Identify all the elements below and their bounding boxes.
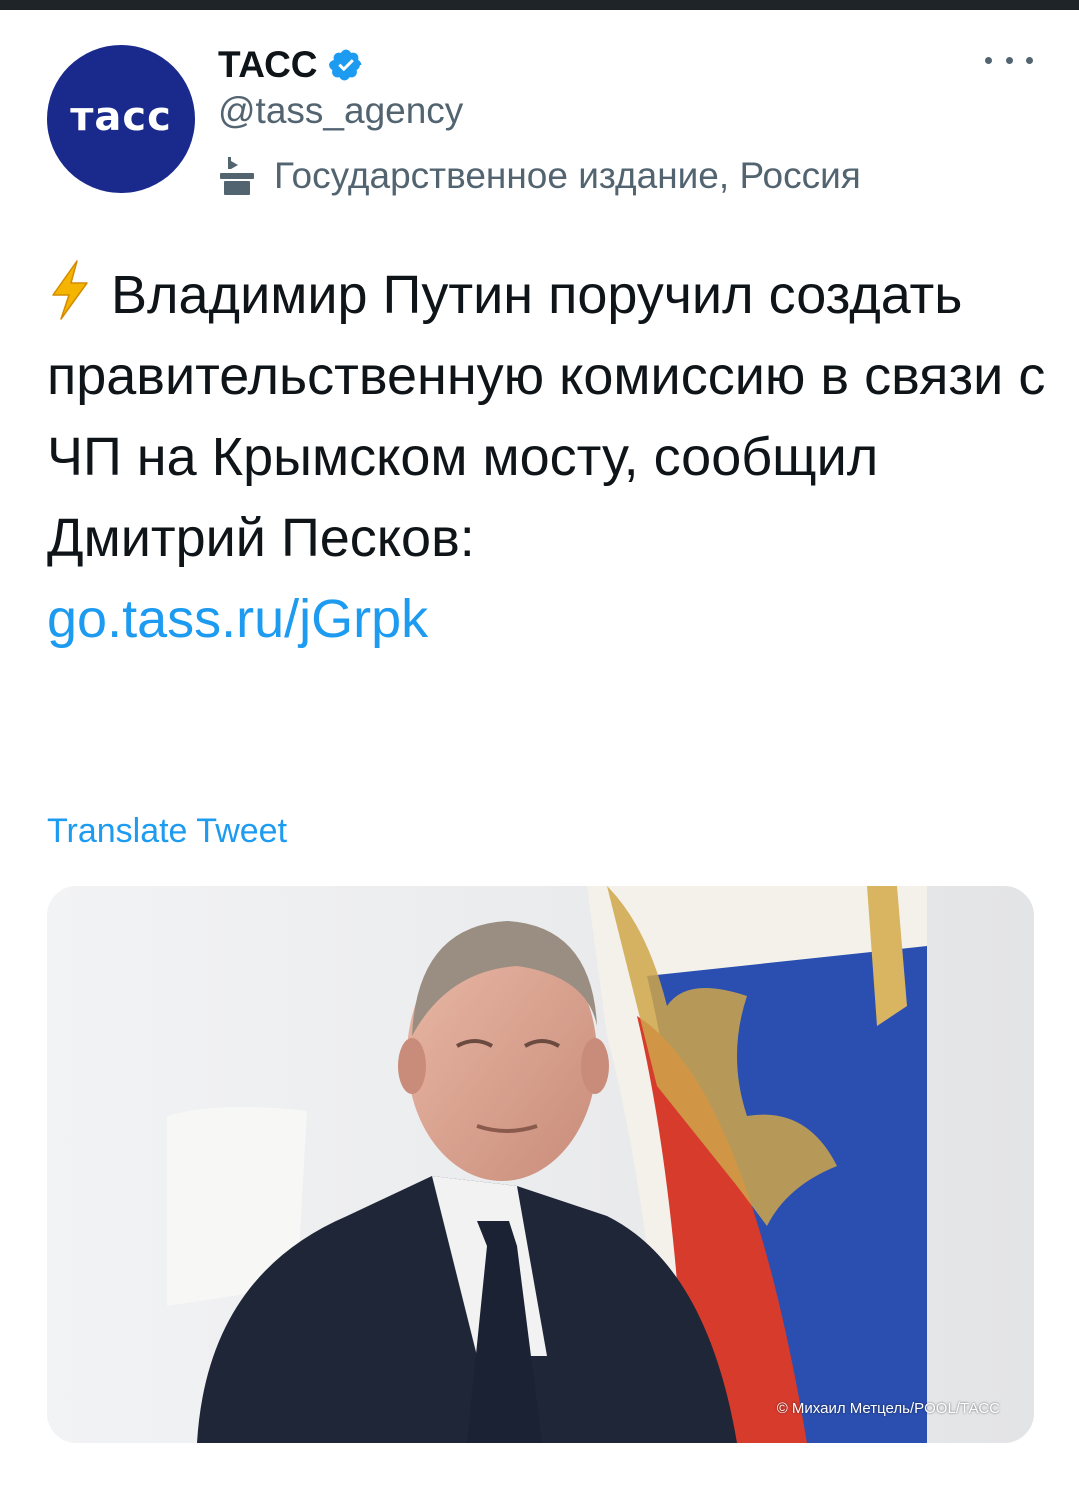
status-bar-strip (0, 0, 1079, 10)
more-dot (1005, 56, 1013, 64)
tweet-body: Владимир Путин поручил создать правитель… (47, 255, 1047, 660)
state-media-label[interactable]: Государственное издание, Россия (218, 153, 861, 199)
more-dot (1026, 56, 1033, 64)
state-media-podium-icon (220, 157, 254, 195)
translate-tweet-link[interactable]: Translate Tweet (47, 812, 287, 851)
tweet-media-photo[interactable]: © Михаил Метцель/POOL/ТАСС (47, 886, 1034, 1443)
photo-credit: © Михаил Метцель/POOL/ТАСС (776, 1400, 1000, 1417)
tweet-text: Владимир Путин поручил создать правитель… (47, 265, 1046, 568)
avatar[interactable]: тасс (47, 45, 195, 193)
account-name[interactable]: ТАСС (218, 44, 318, 86)
verified-badge-icon (328, 49, 361, 81)
state-media-label-text: Государственное издание, Россия (274, 155, 861, 196)
lightning-bolt-icon (52, 260, 88, 320)
more-options-icon[interactable] (985, 48, 1033, 72)
photo-illustration (47, 886, 1034, 1443)
tweet-link[interactable]: go.tass.ru/jGrpk (47, 579, 1047, 660)
more-dot (985, 56, 992, 64)
account-handle[interactable]: @tass_agency (218, 90, 463, 132)
avatar-logo-text: тасс (70, 94, 172, 140)
account-name-row[interactable]: ТАСС (218, 40, 364, 90)
